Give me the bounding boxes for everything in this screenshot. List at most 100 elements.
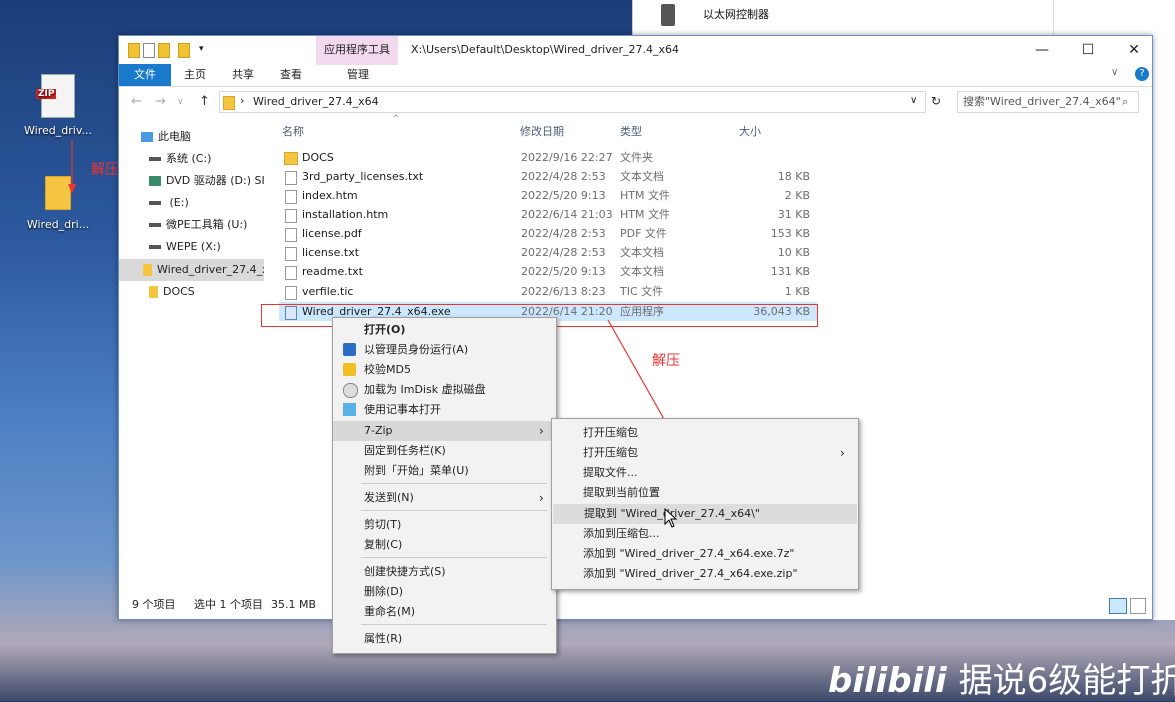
- device-label[interactable]: 以太网控制器: [703, 6, 769, 22]
- annotation-text: 解压: [91, 162, 119, 178]
- menu-item-add-7z[interactable]: 添加到 "Wired_driver_27.4_x64.exe.7z": [552, 544, 858, 564]
- menu-item-open-archive-sub[interactable]: 打开压缩包 ›: [552, 443, 858, 463]
- menu-item-extract-files[interactable]: 提取文件...: [552, 463, 858, 483]
- notepad-icon: [343, 403, 356, 416]
- file-row[interactable]: index.htm 2022/5/20 9:13 HTM 文件 2 KB: [279, 186, 817, 205]
- chevron-down-icon[interactable]: ∨: [1111, 67, 1118, 78]
- computer-icon: [141, 132, 153, 142]
- menu-item-run-as-admin[interactable]: 以管理员身份运行(A): [333, 340, 556, 360]
- text-file-icon: [285, 266, 297, 280]
- chevron-right-icon: ›: [840, 446, 845, 460]
- menu-item-send-to[interactable]: 发送到(N) ›: [333, 488, 556, 508]
- menu-item-extract-to-folder[interactable]: 提取到 "Wired_driver_27.4_x64\": [553, 504, 857, 524]
- menu-item-open-archive[interactable]: 打开压缩包: [552, 423, 858, 443]
- desktop-icon-folder[interactable]: Wired_dri...: [18, 176, 98, 231]
- nav-item-this-pc[interactable]: 此电脑: [141, 126, 286, 148]
- address-bar: ← → ∨ ↑ › Wired_driver_27.4_x64 ∨ ↻ 搜索"W…: [119, 87, 1152, 117]
- minimize-button[interactable]: —: [1019, 36, 1065, 64]
- nav-item-drive-c[interactable]: 系统 (C:): [149, 148, 294, 170]
- menu-item-cut[interactable]: 剪切(T): [333, 515, 556, 535]
- nav-item-drive-u[interactable]: 微PE工具箱 (U:): [149, 214, 294, 236]
- menu-item-add-zip[interactable]: 添加到 "Wired_driver_27.4_x64.exe.zip": [552, 564, 858, 584]
- up-arrow-icon[interactable]: ↑: [199, 94, 210, 109]
- forward-arrow-icon[interactable]: →: [155, 94, 166, 109]
- html-file-icon: [285, 209, 297, 223]
- breadcrumb[interactable]: Wired_driver_27.4_x64: [253, 95, 379, 108]
- tab-manage[interactable]: 管理: [326, 64, 390, 86]
- column-header-date[interactable]: 修改日期: [520, 123, 564, 139]
- column-header-size[interactable]: 大小: [739, 123, 761, 139]
- refresh-icon[interactable]: ↻: [931, 94, 941, 108]
- menu-item-delete[interactable]: 删除(D): [333, 582, 556, 602]
- menu-item-extract-here[interactable]: 提取到当前位置: [552, 483, 858, 503]
- file-row[interactable]: verfile.tic 2022/6/13 8:23 TIC 文件 1 KB: [279, 282, 817, 301]
- window-title: X:\Users\Default\Desktop\Wired_driver_27…: [411, 43, 680, 56]
- nav-item-docs[interactable]: DOCS: [149, 281, 294, 303]
- menu-item-notepad[interactable]: 使用记事本打开: [333, 400, 556, 420]
- chevron-right-icon: ›: [539, 491, 544, 505]
- search-input[interactable]: 搜索"Wired_driver_27.4_x64" ⌕: [957, 91, 1139, 113]
- nav-item-drive-x[interactable]: WEPE (X:): [149, 236, 294, 258]
- menu-item-properties[interactable]: 属性(R): [333, 629, 556, 649]
- desktop-icon-label: Wired_driv...: [24, 124, 92, 137]
- menu-item-rename[interactable]: 重命名(M): [333, 602, 556, 622]
- address-dropdown-icon[interactable]: ∨: [910, 95, 917, 106]
- file-row-docs[interactable]: DOCS 2022/9/16 22:27 文件夹: [279, 148, 817, 167]
- menu-item-7zip[interactable]: 7-Zip ›: [333, 421, 556, 441]
- tab-share[interactable]: 共享: [219, 64, 267, 86]
- chevron-down-icon[interactable]: ▾: [199, 44, 204, 54]
- help-icon[interactable]: ?: [1135, 67, 1149, 81]
- maximize-button[interactable]: ☐: [1065, 36, 1111, 64]
- drive-icon: [149, 157, 161, 161]
- pdf-file-icon: [285, 228, 297, 242]
- back-arrow-icon[interactable]: ←: [131, 94, 142, 109]
- folder-icon: [223, 96, 235, 110]
- properties-quick-icon[interactable]: [143, 43, 155, 58]
- nav-item-dvd-d[interactable]: DVD 驱动器 (D:) SI: [149, 170, 294, 192]
- shield-icon: [343, 343, 356, 356]
- large-icons-view-icon[interactable]: [1130, 598, 1146, 614]
- menu-item-pin-start[interactable]: 附到「开始」菜单(U): [333, 461, 556, 481]
- column-header-name[interactable]: 名称: [282, 123, 304, 139]
- drive-icon: [149, 201, 161, 205]
- new-folder-quick-icon[interactable]: [158, 43, 170, 58]
- file-row[interactable]: license.txt 2022/4/28 2:53 文本文档 10 KB: [279, 243, 817, 262]
- menu-item-pin-taskbar[interactable]: 固定到任务栏(K): [333, 441, 556, 461]
- watermark-text: 据说6级能打折: [958, 661, 1175, 701]
- column-header-type[interactable]: 类型: [620, 123, 642, 139]
- menu-item-add-to-archive[interactable]: 添加到压缩包...: [552, 524, 858, 544]
- menu-item-copy[interactable]: 复制(C): [333, 535, 556, 555]
- drive-icon: [149, 245, 161, 249]
- menu-item-md5[interactable]: 校验MD5: [333, 360, 556, 380]
- nav-item-wired-driver[interactable]: Wired_driver_27.4_x: [119, 259, 264, 281]
- file-row[interactable]: license.pdf 2022/4/28 2:53 PDF 文件 153 KB: [279, 224, 817, 243]
- tab-home[interactable]: 主页: [171, 64, 219, 86]
- close-button[interactable]: ✕: [1111, 36, 1157, 64]
- context-menu: 打开(O) 以管理员身份运行(A) 校验MD5 加载为 ImDisk 虚拟磁盘 …: [332, 317, 557, 654]
- network-device-icon: [661, 4, 675, 26]
- address-input[interactable]: › Wired_driver_27.4_x64 ∨: [219, 91, 926, 113]
- folder-icon: [149, 286, 158, 298]
- folder-quick-icon[interactable]: [128, 43, 140, 58]
- tab-file[interactable]: 文件: [119, 64, 171, 86]
- desktop-icon-label: Wired_dri...: [26, 218, 90, 231]
- tab-view[interactable]: 查看: [267, 64, 315, 86]
- dvd-icon: [149, 176, 161, 186]
- menu-item-open[interactable]: 打开(O): [333, 320, 556, 340]
- file-icon: [285, 286, 297, 300]
- nav-item-drive-e[interactable]: (E:): [149, 192, 294, 214]
- annotation-arrow: [68, 140, 76, 194]
- file-row[interactable]: 3rd_party_licenses.txt 2022/4/28 2:53 文本文档…: [279, 167, 817, 186]
- file-row[interactable]: installation.htm 2022/6/14 21:03 HTM 文件 31 …: [279, 205, 817, 224]
- menu-item-imdisk[interactable]: 加载为 ImDisk 虚拟磁盘: [333, 380, 556, 400]
- folder-quick-icon[interactable]: [178, 43, 190, 58]
- menu-item-create-shortcut[interactable]: 创建快捷方式(S): [333, 562, 556, 582]
- details-view-icon[interactable]: [1109, 598, 1127, 614]
- tab-app-tools[interactable]: 应用程序工具: [316, 36, 398, 65]
- file-row[interactable]: readme.txt 2022/5/20 9:13 文本文档 131 KB: [279, 262, 817, 281]
- desktop-icon-zip[interactable]: ZIP Wired_driv...: [18, 74, 98, 137]
- chevron-right-icon: ›: [539, 424, 544, 438]
- ribbon-tabs: 文件 主页 共享 查看 管理 ∨ ?: [119, 64, 1152, 87]
- recent-dropdown-icon[interactable]: ∨: [177, 97, 184, 107]
- mouse-cursor-icon: [664, 508, 678, 528]
